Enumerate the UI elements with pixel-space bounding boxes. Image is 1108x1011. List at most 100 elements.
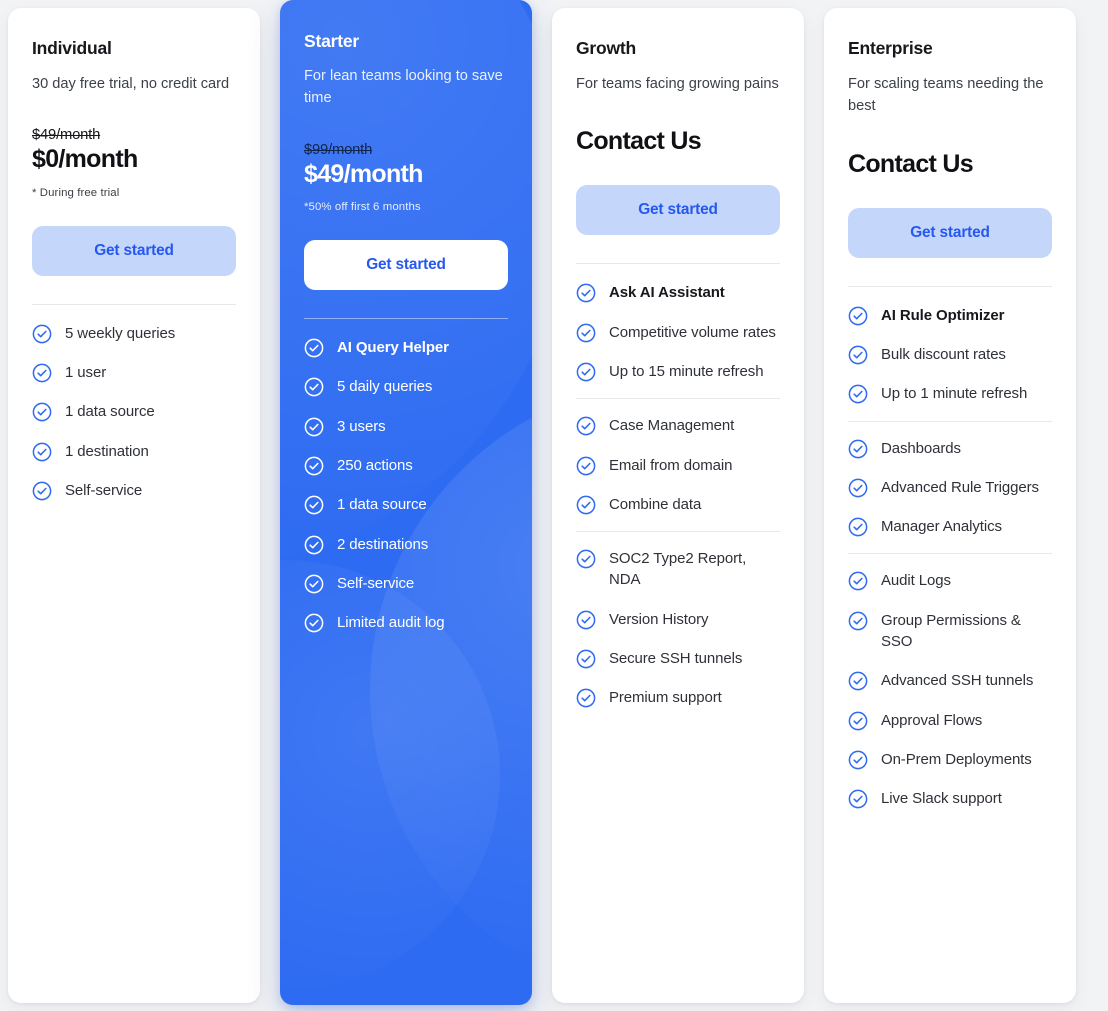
check-circle-icon	[32, 403, 52, 422]
feature-item: Self-service	[304, 573, 508, 594]
feature-item: Dashboards	[848, 438, 1052, 459]
feature-item: 5 weekly queries	[32, 323, 236, 344]
feature-label: Secure SSH tunnels	[609, 650, 743, 667]
feature-item: 1 destination	[32, 441, 236, 462]
feature-label: Group Permissions & SSO	[881, 611, 1021, 651]
pricing-card-growth: Growth For teams facing growing pains Co…	[552, 8, 804, 1003]
feature-group: Case Management Email from domain Combin…	[576, 415, 780, 515]
feature-label: 5 daily queries	[337, 378, 433, 396]
get-started-button[interactable]: Get started	[576, 185, 780, 236]
pricing-card-enterprise: Enterprise For scaling teams needing the…	[824, 8, 1076, 1003]
feature-item: Secure SSH tunnels	[576, 648, 780, 669]
feature-label: Up to 15 minute refresh	[609, 362, 764, 380]
feature-label: Advanced SSH tunnels	[881, 672, 1034, 690]
check-circle-icon	[304, 378, 324, 397]
plan-tagline: For scaling teams needing the best	[848, 76, 1044, 115]
feature-group: SOC2 Type2 Report, NDA Version History S…	[576, 548, 780, 708]
feature-label: Approval Flows	[881, 711, 983, 729]
feature-divider	[32, 303, 236, 305]
check-circle-icon	[576, 362, 596, 382]
feature-group: AI Query Helper 5 daily queries 3 users …	[304, 337, 508, 633]
plan-name: Growth	[576, 38, 637, 58]
price-note: *50% off first 6 months	[304, 201, 421, 214]
feature-group: Dashboards Advanced Rule Triggers Manage…	[848, 438, 1052, 538]
feature-item: Up to 15 minute refresh	[576, 361, 780, 382]
get-started-button[interactable]: Get started	[848, 207, 1052, 258]
feature-list: AI Query Helper 5 daily queries 3 users …	[304, 318, 508, 633]
check-circle-icon	[304, 613, 324, 633]
check-circle-icon	[304, 456, 324, 476]
check-circle-icon	[576, 649, 596, 669]
get-started-button[interactable]: Get started	[32, 225, 236, 276]
feature-item: Live Slack support	[848, 788, 1052, 809]
price-block: Contact Us	[576, 127, 780, 156]
feature-label: 1 destination	[65, 442, 149, 460]
check-circle-icon	[848, 478, 868, 498]
plan-name: Individual	[32, 38, 112, 58]
feature-label: 5 weekly queries	[65, 324, 176, 342]
plan-tagline: For lean teams looking to save time	[304, 68, 503, 107]
check-circle-icon	[304, 417, 324, 437]
price-original: $99/month	[304, 141, 373, 158]
feature-item: SOC2 Type2 Report, NDA	[576, 548, 780, 591]
check-circle-icon	[32, 481, 52, 501]
feature-item: Competitive volume rates	[576, 322, 780, 343]
feature-label: AI Query Helper	[337, 339, 449, 357]
feature-label: Premium support	[609, 689, 722, 707]
feature-label: Audit Logs	[881, 572, 951, 590]
feature-divider	[848, 420, 1052, 422]
feature-group: 5 weekly queries 1 user 1 data source 1 …	[32, 323, 236, 501]
feature-group: Ask AI Assistant Competitive volume rate…	[576, 282, 780, 382]
price-current: $49/month	[304, 159, 423, 188]
check-circle-icon	[304, 338, 324, 358]
feature-label: Advanced Rule Triggers	[881, 478, 1039, 496]
feature-item: 3 users	[304, 416, 508, 437]
contact-us-title: Contact Us	[848, 149, 974, 178]
feature-divider	[576, 398, 780, 400]
feature-divider	[576, 531, 780, 533]
check-circle-icon	[848, 384, 868, 404]
price-current: $0/month	[32, 145, 138, 174]
feature-item: Approval Flows	[848, 710, 1052, 731]
plan-name: Enterprise	[848, 38, 933, 58]
feature-list: Ask AI Assistant Competitive volume rate…	[576, 263, 780, 708]
price-block: $99/month $49/month *50% off first 6 mon…	[304, 142, 508, 214]
check-circle-icon	[576, 416, 596, 436]
feature-label: Case Management	[609, 417, 735, 435]
feature-label: Up to 1 minute refresh	[881, 385, 1028, 403]
check-circle-icon	[848, 439, 868, 458]
feature-group: Audit Logs Group Permissions & SSO Advan…	[848, 570, 1052, 809]
feature-divider	[848, 285, 1052, 287]
feature-group: AI Rule Optimizer Bulk discount rates Up…	[848, 305, 1052, 405]
feature-list: AI Rule Optimizer Bulk discount rates Up…	[848, 285, 1052, 810]
feature-item: Combine data	[576, 494, 780, 515]
plan-name: Starter	[304, 31, 360, 51]
feature-item: AI Rule Optimizer	[848, 305, 1052, 326]
feature-label: Self-service	[65, 482, 143, 500]
check-circle-icon	[576, 610, 596, 630]
feature-divider	[576, 263, 780, 265]
feature-label: Combine data	[609, 495, 702, 513]
check-circle-icon	[32, 442, 52, 462]
check-circle-icon	[576, 549, 596, 569]
check-circle-icon	[848, 517, 868, 537]
feature-label: Self-service	[337, 574, 415, 592]
check-circle-icon	[576, 283, 596, 303]
check-circle-icon	[32, 363, 52, 383]
feature-label: 2 destinations	[337, 535, 429, 553]
check-circle-icon	[848, 572, 868, 591]
feature-label: Email from domain	[609, 456, 733, 474]
check-circle-icon	[576, 456, 596, 475]
feature-item: On-Prem Deployments	[848, 749, 1052, 770]
feature-label: 3 users	[337, 417, 386, 435]
feature-label: Ask AI Assistant	[609, 284, 725, 302]
check-circle-icon	[304, 495, 324, 515]
check-circle-icon	[576, 495, 596, 515]
pricing-card-individual: Individual 30 day free trial, no credit …	[8, 8, 260, 1003]
feature-label: 1 data source	[337, 496, 427, 514]
feature-label: Limited audit log	[337, 614, 445, 632]
feature-item: 1 data source	[32, 401, 236, 422]
feature-label: Version History	[609, 610, 709, 628]
feature-item: 1 user	[32, 362, 236, 383]
get-started-button[interactable]: Get started	[304, 240, 508, 291]
